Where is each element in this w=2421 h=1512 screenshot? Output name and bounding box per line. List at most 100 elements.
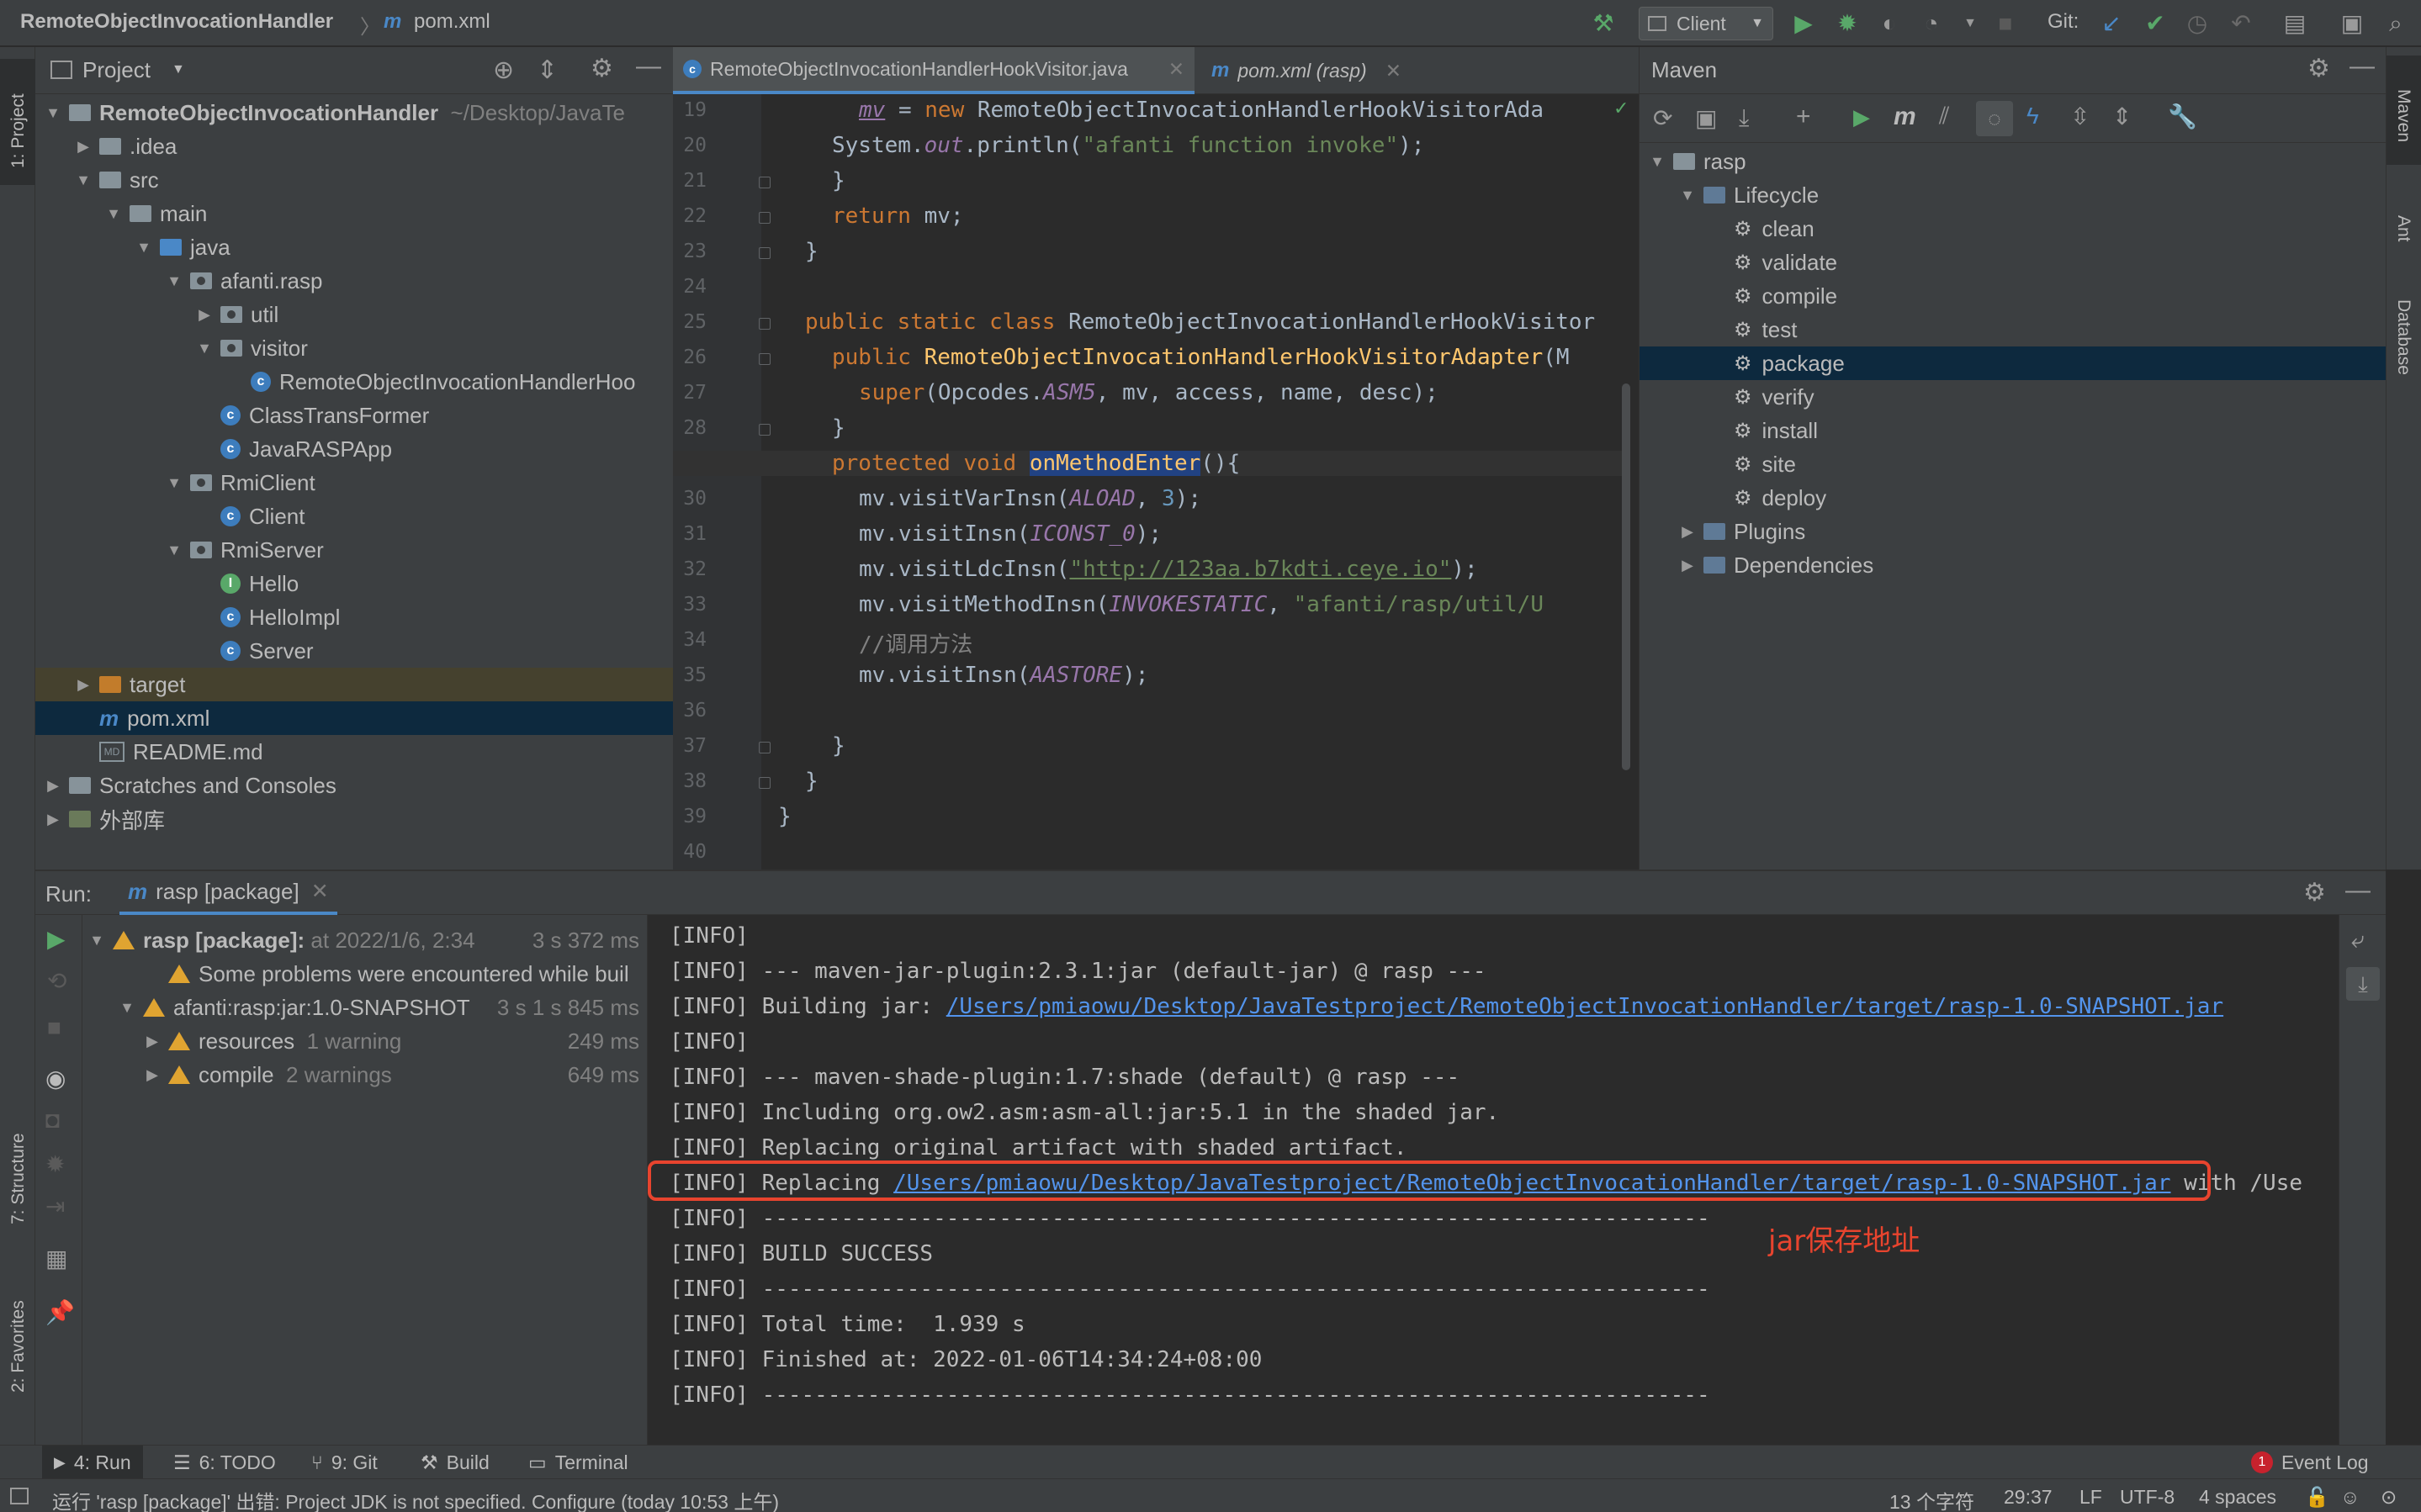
maven-item-validate[interactable]: ⚙ validate: [1640, 246, 2387, 279]
status-caret-position[interactable]: 29:37: [2004, 1486, 2053, 1509]
eye-icon[interactable]: ◉: [45, 1065, 66, 1092]
console-output[interactable]: [INFO] [INFO] --- maven-jar-plugin:2.3.1…: [648, 915, 2339, 1445]
toggle-skip-icon[interactable]: ⟲: [47, 967, 66, 995]
status-indent[interactable]: 4 spaces: [2199, 1486, 2276, 1509]
expand-toggle-icon[interactable]: ▼: [1678, 187, 1697, 204]
project-tree-item[interactable]: c HelloImpl: [35, 600, 673, 634]
run-config-selector[interactable]: Client ▼: [1639, 7, 1773, 40]
event-log-button[interactable]: 1 Event Log: [2251, 1446, 2369, 1479]
expand-toggle-icon[interactable]: ▼: [87, 932, 106, 949]
project-tree-item[interactable]: ▼ main: [35, 197, 673, 230]
project-tree-item[interactable]: ▶ .idea: [35, 130, 673, 163]
profile-icon[interactable]: ◔: [1918, 10, 1945, 37]
inspection-ok-icon[interactable]: ✓: [1613, 98, 1629, 119]
collapse-all-icon[interactable]: ⇕: [2112, 103, 2132, 130]
project-tree-item[interactable]: c Client: [35, 500, 673, 533]
tab-build[interactable]: ⚒ Build: [421, 1446, 490, 1479]
fold-marker-icon[interactable]: [759, 742, 771, 753]
editor-scrollbar[interactable]: [1622, 383, 1630, 770]
expand-toggle-icon[interactable]: ▼: [44, 104, 62, 122]
maven-item-lifecycle[interactable]: ▼ Lifecycle: [1640, 178, 2387, 212]
search-icon[interactable]: ⌕: [2382, 10, 2409, 37]
expand-toggle-icon[interactable]: ▼: [104, 205, 123, 223]
project-tree-item[interactable]: ▶ Scratches and Consoles: [35, 769, 673, 802]
memory-icon[interactable]: ⊙: [2381, 1486, 2397, 1509]
project-tree-item[interactable]: ▼ RemoteObjectInvocationHandler ~/Desktop…: [35, 96, 673, 130]
tab-git[interactable]: ⑂ 9: Git: [311, 1446, 378, 1479]
expand-toggle-icon[interactable]: ▶: [195, 306, 214, 324]
expand-toggle-icon[interactable]: ▼: [165, 542, 183, 559]
locate-icon[interactable]: ⊕: [493, 56, 514, 85]
rerun-icon[interactable]: ▶: [47, 925, 66, 953]
run-tree-item[interactable]: ▼ rasp [package]: at 2022/1/6, 2:34 3 s 3…: [82, 923, 648, 957]
tab-pom-xml[interactable]: m pom.xml (rasp) ✕: [1201, 47, 1412, 94]
gear-icon[interactable]: ⚙: [2307, 54, 2330, 83]
close-icon[interactable]: ✕: [311, 879, 329, 904]
run-tree-item[interactable]: ▼ afanti:rasp:jar:1.0-SNAPSHOT 3 s 1 s 845…: [82, 991, 648, 1024]
maven-goal-icon[interactable]: m: [1894, 103, 1916, 131]
pin-icon[interactable]: 📌: [45, 1298, 75, 1326]
project-tree-item[interactable]: ▶ util: [35, 298, 673, 331]
skip-tests-icon[interactable]: ◌: [1976, 101, 2013, 136]
stop-icon[interactable]: ■: [47, 1014, 61, 1041]
close-icon[interactable]: ✕: [1385, 60, 1401, 82]
project-tree-item[interactable]: c RemoteObjectInvocationHandlerHoo: [35, 365, 673, 399]
window-icon[interactable]: ▣: [2339, 10, 2365, 37]
project-tree-item[interactable]: ▼ java: [35, 230, 673, 264]
tab-maven[interactable]: Maven: [2387, 56, 2421, 165]
chevron-down-icon[interactable]: ▼: [172, 62, 185, 77]
expand-toggle-icon[interactable]: ▶: [143, 1033, 162, 1050]
layout-icon[interactable]: ▦: [45, 1245, 67, 1272]
profile-dropdown-icon[interactable]: ▼: [1957, 10, 1984, 37]
run-tree-item[interactable]: Some problems were encountered while bui…: [82, 957, 648, 991]
inspector-icon[interactable]: ☺: [2340, 1486, 2360, 1509]
tab-todo[interactable]: ☰ 6: TODO: [173, 1446, 276, 1479]
tab-structure[interactable]: 7: Structure: [8, 1133, 29, 1224]
breadcrumb-project[interactable]: RemoteObjectInvocationHandler: [20, 10, 333, 34]
fold-marker-icon[interactable]: [759, 212, 771, 224]
project-tree-item[interactable]: ▼ RmiServer: [35, 533, 673, 567]
lightning-icon[interactable]: ϟ: [2026, 103, 2039, 130]
maven-item-dependencies[interactable]: ▶ Dependencies: [1640, 548, 2387, 582]
maven-item-deploy[interactable]: ⚙ deploy: [1640, 481, 2387, 515]
maven-item-package[interactable]: ⚙ package: [1640, 346, 2387, 380]
toggle-toolwindows-icon[interactable]: [10, 1488, 29, 1504]
run-tree-item[interactable]: ▶ compile 2 warnings 649 ms: [82, 1058, 648, 1092]
debug-icon[interactable]: ✹: [45, 1150, 65, 1178]
maven-item-site[interactable]: ⚙ site: [1640, 447, 2387, 481]
fold-marker-icon[interactable]: [759, 777, 771, 789]
expand-toggle-icon[interactable]: ▶: [1678, 557, 1697, 574]
project-tree-item[interactable]: c ClassTransFormer: [35, 399, 673, 432]
expand-toggle-icon[interactable]: ▶: [74, 676, 93, 694]
project-tree-item[interactable]: ▼ RmiClient: [35, 466, 673, 500]
project-tree-item[interactable]: m pom.xml: [35, 701, 673, 735]
stop-icon[interactable]: ■: [1992, 10, 2019, 37]
add-icon[interactable]: +: [1796, 103, 1811, 131]
camera-icon[interactable]: ◘: [45, 1107, 60, 1134]
wrench-icon[interactable]: 🔧: [2168, 103, 2197, 130]
maven-item-test[interactable]: ⚙ test: [1640, 313, 2387, 346]
expand-toggle-icon[interactable]: ▶: [44, 777, 62, 795]
expand-toggle-icon[interactable]: ▶: [44, 811, 62, 828]
expand-toggle-icon[interactable]: ▶: [1678, 523, 1697, 541]
tab-hook-visitor-java[interactable]: c RemoteObjectInvocationHandlerHookVisit…: [673, 47, 1195, 94]
jar-path-link[interactable]: /Users/pmiaowu/Desktop/JavaTestproject/R…: [946, 994, 2223, 1019]
tab-run[interactable]: ▶ 4: Run: [42, 1446, 143, 1479]
reload-icon[interactable]: ⟳: [1653, 104, 1672, 132]
close-icon[interactable]: ✕: [1168, 58, 1184, 81]
expand-toggle-icon[interactable]: ▼: [1648, 153, 1666, 171]
run-icon[interactable]: ▶: [1790, 10, 1817, 37]
expand-toggle-icon[interactable]: ▼: [165, 272, 183, 290]
hide-icon[interactable]: —: [2345, 876, 2371, 905]
project-tree-item[interactable]: c Server: [35, 634, 673, 668]
project-tree-item[interactable]: ▼ afanti.rasp: [35, 264, 673, 298]
gear-icon[interactable]: ⚙: [591, 54, 613, 83]
soft-wrap-icon[interactable]: ⤶: [2351, 927, 2365, 954]
git-history-icon[interactable]: ◷: [2184, 10, 2211, 37]
tab-terminal[interactable]: ▭ Terminal: [528, 1446, 628, 1479]
status-message[interactable]: 运行 'rasp [package]' 出错: Project JDK is n…: [52, 1486, 779, 1512]
lock-icon[interactable]: 🔓: [2305, 1486, 2329, 1509]
build-hammer-icon[interactable]: ⚒: [1590, 10, 1617, 37]
expand-toggle-icon[interactable]: ▼: [195, 340, 214, 357]
project-tree-item[interactable]: c JavaRASPApp: [35, 432, 673, 466]
